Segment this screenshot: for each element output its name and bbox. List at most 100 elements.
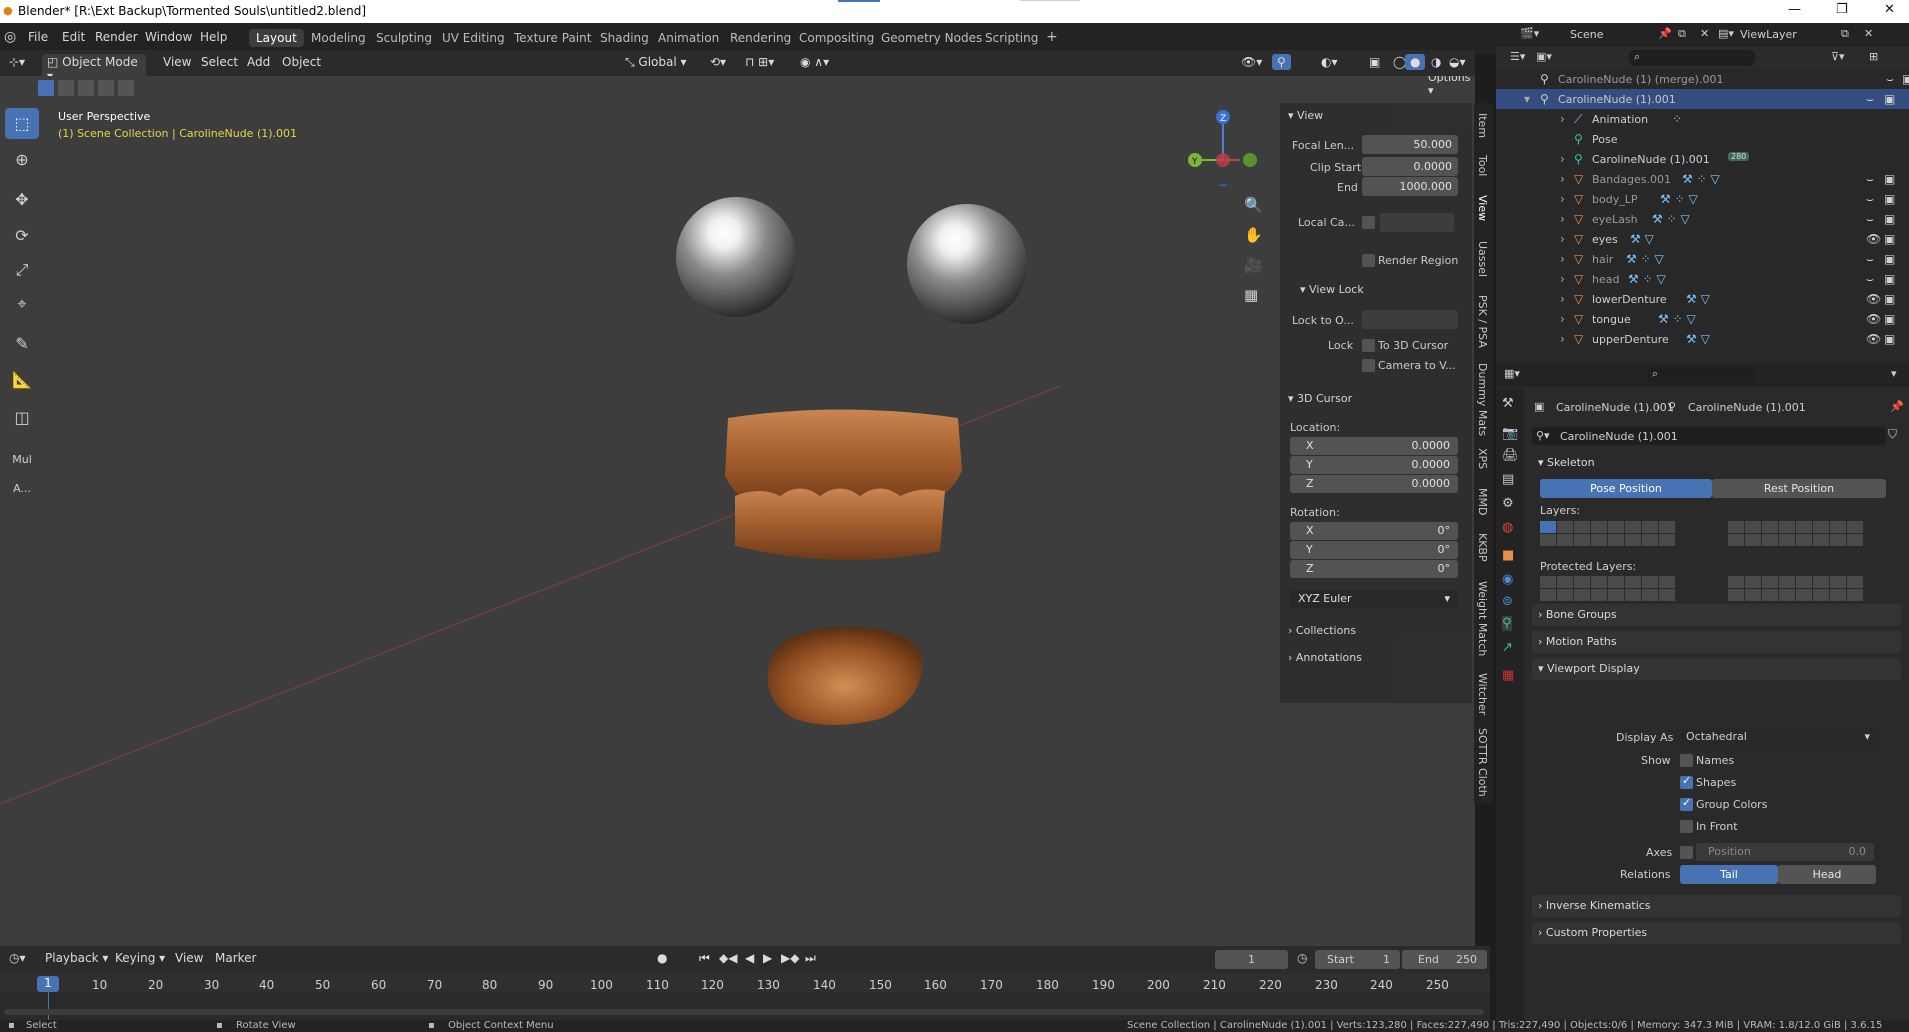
expand-chevron-icon[interactable]: › bbox=[1560, 232, 1565, 246]
rendered-shading-icon[interactable]: ◒▾ bbox=[1444, 54, 1471, 70]
camera-icon[interactable]: ▣ bbox=[1884, 192, 1895, 206]
world-tab-icon[interactable]: ◍ bbox=[1502, 520, 1513, 535]
select-subtract-icon[interactable] bbox=[78, 80, 94, 96]
outliner-item-lower-denture[interactable]: › ▽ lowerDenture ⚒ ▽ 👁 ▣ bbox=[1496, 289, 1909, 309]
expand-chevron-icon[interactable]: › bbox=[1560, 112, 1565, 126]
armature-data-tab-icon[interactable]: ⚲ bbox=[1502, 616, 1512, 631]
select-new-icon[interactable] bbox=[38, 80, 54, 96]
lock-to-object-field[interactable] bbox=[1362, 310, 1458, 329]
custom-properties-panel[interactable]: › Custom Properties bbox=[1532, 922, 1901, 944]
zoom-icon[interactable]: 🔍 bbox=[1244, 196, 1263, 214]
menu-view[interactable]: View bbox=[158, 54, 196, 70]
outliner-item-upper-denture[interactable]: › ▽ upperDenture ⚒ ▽ 👁 ▣ bbox=[1496, 329, 1909, 349]
tab-xps[interactable]: XPS bbox=[1476, 448, 1489, 469]
eye-icon[interactable]: ⌣ bbox=[1866, 272, 1874, 287]
camera-icon[interactable]: ▣ bbox=[1884, 252, 1895, 266]
blender-menu-icon[interactable]: ◎ bbox=[4, 29, 16, 45]
camera-icon[interactable]: ▣ bbox=[1884, 272, 1895, 286]
camera-icon[interactable]: ▣ bbox=[1902, 72, 1909, 86]
filter-icon[interactable]: ⊽▾ bbox=[1831, 50, 1845, 63]
eye-icon[interactable]: ⌣ bbox=[1866, 212, 1874, 227]
timeline-editor-type-icon[interactable]: ◷▾ bbox=[4, 950, 31, 966]
expand-chevron-icon[interactable]: › bbox=[1560, 252, 1565, 266]
tab-tool[interactable]: Tool bbox=[1476, 155, 1489, 176]
eye-icon[interactable]: ⌣ bbox=[1866, 252, 1874, 267]
end-frame-field[interactable]: End 250 bbox=[1402, 950, 1487, 969]
eye-icon[interactable]: 👁 bbox=[1866, 332, 1881, 346]
select-invert-icon[interactable] bbox=[98, 80, 114, 96]
close-button[interactable]: ✕ bbox=[1884, 2, 1895, 17]
camera-icon[interactable]: ▣ bbox=[1884, 232, 1895, 246]
eye-icon[interactable]: ⌣ bbox=[1866, 192, 1874, 207]
eye-icon[interactable]: 👁 bbox=[1866, 292, 1881, 306]
cursor-location-x-field[interactable]: X 0.0000 bbox=[1290, 437, 1458, 455]
camera-icon[interactable]: ▣ bbox=[1884, 332, 1895, 346]
menu-object[interactable]: Object bbox=[277, 54, 326, 70]
editor-type-icon[interactable]: ⊹▾ bbox=[4, 54, 30, 70]
expand-chevron-icon[interactable]: › bbox=[1560, 212, 1565, 226]
axes-position-field[interactable]: Position 0.0 bbox=[1696, 843, 1874, 861]
outliner-item-body-lp[interactable]: › ▽ body_LP ⚒ ⁘ ▽ ⌣ ▣ bbox=[1496, 189, 1909, 209]
properties-editor-type-icon[interactable]: ▦▾ bbox=[1504, 367, 1520, 380]
inverse-kinematics-panel[interactable]: › Inverse Kinematics bbox=[1532, 895, 1901, 917]
camera-icon[interactable]: ▣ bbox=[1884, 92, 1895, 106]
tab-dummy-mats[interactable]: Dummy Mats bbox=[1476, 363, 1489, 436]
perspective-toggle-icon[interactable]: ▦ bbox=[1244, 286, 1258, 304]
expand-chevron-icon[interactable]: › bbox=[1560, 172, 1565, 186]
object-tab-icon[interactable]: ■ bbox=[1502, 548, 1514, 563]
camera-to-view-checkbox[interactable] bbox=[1362, 359, 1375, 372]
in-front-checkbox[interactable] bbox=[1680, 820, 1693, 833]
scene-tab-icon[interactable]: ⚙ bbox=[1502, 496, 1514, 511]
outliner-item-head[interactable]: › ▽ head ⚒ ⁘ ▽ ⌣ ▣ bbox=[1496, 269, 1909, 289]
menu-window[interactable]: Window bbox=[145, 30, 192, 44]
expand-chevron-icon[interactable]: › bbox=[1560, 292, 1565, 306]
camera-view-icon[interactable]: 🎥 bbox=[1244, 256, 1263, 274]
display-mode-icon[interactable]: ☰▾ bbox=[1510, 50, 1525, 63]
local-camera-checkbox[interactable] bbox=[1362, 216, 1375, 229]
tab-view[interactable]: View bbox=[1476, 195, 1489, 221]
view-lock-header[interactable]: ▾ View Lock bbox=[1300, 283, 1364, 296]
menu-view-timeline[interactable]: View bbox=[170, 950, 208, 966]
layers-grid-right[interactable] bbox=[1728, 521, 1863, 546]
maximize-button[interactable]: ❐ bbox=[1836, 2, 1848, 17]
menu-render[interactable]: Render bbox=[95, 30, 138, 44]
menu-add[interactable]: Add bbox=[242, 54, 275, 70]
breadcrumb-armature[interactable]: CarolineNude (1).001 bbox=[1688, 401, 1806, 414]
rotation-mode-dropdown[interactable]: XYZ Euler ▾ bbox=[1290, 590, 1458, 608]
menu-marker[interactable]: Marker bbox=[210, 950, 261, 966]
visibility-icon[interactable]: 👁▾ bbox=[1236, 54, 1267, 70]
render-region-checkbox[interactable] bbox=[1362, 254, 1375, 267]
tab-mmd[interactable]: MMD bbox=[1476, 488, 1489, 515]
axes-checkbox[interactable] bbox=[1680, 846, 1693, 859]
select-extend-icon[interactable] bbox=[58, 80, 74, 96]
annotations-header[interactable]: › Annotations bbox=[1288, 651, 1362, 664]
menu-file[interactable]: File bbox=[28, 30, 48, 44]
filter-view-icon[interactable]: ▣▾ bbox=[1536, 50, 1552, 63]
clip-end-field[interactable]: 1000.000 bbox=[1362, 177, 1458, 196]
expand-chevron-icon[interactable]: › bbox=[1560, 332, 1565, 346]
tab-item[interactable]: Item bbox=[1476, 113, 1489, 138]
view-section-header[interactable]: ▾ View bbox=[1288, 109, 1323, 122]
timeline-scrollbar[interactable] bbox=[4, 1009, 1484, 1015]
start-frame-field[interactable]: Start 1 bbox=[1315, 950, 1400, 969]
texture-tab-icon[interactable]: ▦ bbox=[1502, 668, 1514, 683]
outliner-item-eyes[interactable]: › ▽ eyes ⚒ ▽ 👁 ▣ bbox=[1496, 229, 1909, 249]
clock-icon[interactable]: ◷ bbox=[1297, 951, 1307, 965]
measure-tool-icon[interactable]: 📐 bbox=[5, 364, 39, 395]
names-checkbox[interactable] bbox=[1680, 754, 1693, 767]
properties-options-icon[interactable]: ▾ bbox=[1891, 367, 1897, 380]
menu-playback[interactable]: Playback ▾ bbox=[40, 950, 113, 966]
minimize-button[interactable]: — bbox=[1788, 2, 1801, 17]
a-tool[interactable]: A... bbox=[5, 473, 39, 504]
physics-tab-icon[interactable]: ◉ bbox=[1502, 572, 1513, 587]
gizmo-toggle-icon[interactable]: ⚲ bbox=[1272, 54, 1291, 70]
cursor-rotation-x-field[interactable]: X 0° bbox=[1290, 522, 1458, 540]
relations-tail-button[interactable]: Tail bbox=[1680, 865, 1778, 884]
menu-select[interactable]: Select bbox=[196, 54, 243, 70]
transform-tool-icon[interactable]: ⌖ bbox=[5, 288, 39, 319]
tab-kkbp[interactable]: KKBP bbox=[1476, 533, 1489, 562]
move-tool-icon[interactable]: ✥ bbox=[5, 184, 39, 215]
annotate-tool-icon[interactable]: ✎ bbox=[5, 328, 39, 359]
protected-layers-grid-right[interactable] bbox=[1728, 576, 1863, 601]
current-frame-field[interactable]: 1 bbox=[1215, 950, 1288, 969]
